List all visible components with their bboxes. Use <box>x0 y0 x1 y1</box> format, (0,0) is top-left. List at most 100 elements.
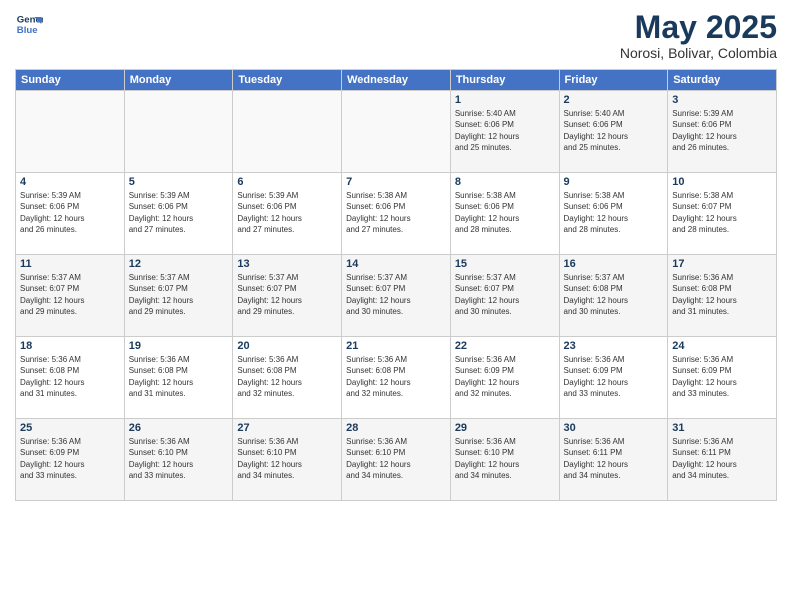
calendar-title: May 2025 <box>620 10 777 45</box>
day-cell-19: 19 Sunrise: 5:36 AM Sunset: 6:08 PM Dayli… <box>124 337 233 419</box>
day-header-saturday: Saturday <box>668 70 777 91</box>
day-details: Sunrise: 5:36 AM Sunset: 6:10 PM Dayligh… <box>129 436 229 481</box>
day-number: 18 <box>20 340 120 352</box>
day-number: 13 <box>237 258 337 270</box>
day-details: Sunrise: 5:38 AM Sunset: 6:07 PM Dayligh… <box>672 190 772 235</box>
day-details: Sunrise: 5:37 AM Sunset: 6:07 PM Dayligh… <box>455 272 555 317</box>
day-number: 27 <box>237 422 337 434</box>
day-details: Sunrise: 5:38 AM Sunset: 6:06 PM Dayligh… <box>346 190 446 235</box>
day-number: 16 <box>564 258 664 270</box>
day-cell-2: 2Sunrise: 5:40 AM Sunset: 6:06 PM Daylig… <box>559 91 668 173</box>
day-cell-31: 31 Sunrise: 5:36 AM Sunset: 6:11 PM Dayli… <box>668 419 777 501</box>
day-details: Sunrise: 5:36 AM Sunset: 6:11 PM Dayligh… <box>672 436 772 481</box>
day-cell-7: 7 Sunrise: 5:38 AM Sunset: 6:06 PM Daylig… <box>342 173 451 255</box>
day-details: Sunrise: 5:36 AM Sunset: 6:08 PM Dayligh… <box>129 354 229 399</box>
empty-cell <box>233 91 342 173</box>
week-row-3: 11 Sunrise: 5:37 AM Sunset: 6:07 PM Dayli… <box>16 255 777 337</box>
day-number: 8 <box>455 176 555 188</box>
day-details: Sunrise: 5:39 AM Sunset: 6:06 PM Dayligh… <box>672 108 772 153</box>
week-row-5: 25Sunrise: 5:36 AM Sunset: 6:09 PM Dayli… <box>16 419 777 501</box>
day-number: 12 <box>129 258 229 270</box>
calendar-subtitle: Norosi, Bolivar, Colombia <box>620 45 777 61</box>
day-details: Sunrise: 5:37 AM Sunset: 6:08 PM Dayligh… <box>564 272 664 317</box>
day-number: 30 <box>564 422 664 434</box>
day-details: Sunrise: 5:39 AM Sunset: 6:06 PM Dayligh… <box>20 190 120 235</box>
day-cell-23: 23 Sunrise: 5:36 AM Sunset: 6:09 PM Dayli… <box>559 337 668 419</box>
day-number: 3 <box>672 94 772 106</box>
day-number: 9 <box>564 176 664 188</box>
week-row-2: 4Sunrise: 5:39 AM Sunset: 6:06 PM Daylig… <box>16 173 777 255</box>
day-details: Sunrise: 5:36 AM Sunset: 6:08 PM Dayligh… <box>20 354 120 399</box>
day-cell-5: 5 Sunrise: 5:39 AM Sunset: 6:06 PM Daylig… <box>124 173 233 255</box>
day-cell-16: 16 Sunrise: 5:37 AM Sunset: 6:08 PM Dayli… <box>559 255 668 337</box>
day-cell-26: 26Sunrise: 5:36 AM Sunset: 6:10 PM Dayli… <box>124 419 233 501</box>
day-header-friday: Friday <box>559 70 668 91</box>
day-cell-9: 9 Sunrise: 5:38 AM Sunset: 6:06 PM Daylig… <box>559 173 668 255</box>
day-details: Sunrise: 5:39 AM Sunset: 6:06 PM Dayligh… <box>129 190 229 235</box>
logo: General Blue <box>15 10 43 38</box>
day-cell-22: 22Sunrise: 5:36 AM Sunset: 6:09 PM Dayli… <box>450 337 559 419</box>
day-details: Sunrise: 5:37 AM Sunset: 6:07 PM Dayligh… <box>237 272 337 317</box>
day-number: 23 <box>564 340 664 352</box>
day-cell-21: 21 Sunrise: 5:36 AM Sunset: 6:08 PM Dayli… <box>342 337 451 419</box>
svg-text:Blue: Blue <box>17 25 38 36</box>
day-details: Sunrise: 5:36 AM Sunset: 6:10 PM Dayligh… <box>237 436 337 481</box>
header: General Blue May 2025 Norosi, Bolivar, C… <box>15 10 777 61</box>
days-header-row: SundayMondayTuesdayWednesdayThursdayFrid… <box>16 70 777 91</box>
day-details: Sunrise: 5:36 AM Sunset: 6:11 PM Dayligh… <box>564 436 664 481</box>
day-cell-20: 20Sunrise: 5:36 AM Sunset: 6:08 PM Dayli… <box>233 337 342 419</box>
day-cell-3: 3 Sunrise: 5:39 AM Sunset: 6:06 PM Daylig… <box>668 91 777 173</box>
day-number: 15 <box>455 258 555 270</box>
day-details: Sunrise: 5:38 AM Sunset: 6:06 PM Dayligh… <box>564 190 664 235</box>
day-details: Sunrise: 5:36 AM Sunset: 6:09 PM Dayligh… <box>672 354 772 399</box>
day-number: 17 <box>672 258 772 270</box>
day-cell-24: 24Sunrise: 5:36 AM Sunset: 6:09 PM Dayli… <box>668 337 777 419</box>
day-number: 6 <box>237 176 337 188</box>
day-number: 7 <box>346 176 446 188</box>
calendar-table: SundayMondayTuesdayWednesdayThursdayFrid… <box>15 69 777 501</box>
day-header-monday: Monday <box>124 70 233 91</box>
day-cell-10: 10 Sunrise: 5:38 AM Sunset: 6:07 PM Dayli… <box>668 173 777 255</box>
day-details: Sunrise: 5:36 AM Sunset: 6:08 PM Dayligh… <box>237 354 337 399</box>
day-header-wednesday: Wednesday <box>342 70 451 91</box>
day-details: Sunrise: 5:36 AM Sunset: 6:08 PM Dayligh… <box>346 354 446 399</box>
day-number: 21 <box>346 340 446 352</box>
day-details: Sunrise: 5:40 AM Sunset: 6:06 PM Dayligh… <box>564 108 664 153</box>
day-number: 31 <box>672 422 772 434</box>
day-cell-18: 18 Sunrise: 5:36 AM Sunset: 6:08 PM Dayli… <box>16 337 125 419</box>
day-cell-27: 27 Sunrise: 5:36 AM Sunset: 6:10 PM Dayli… <box>233 419 342 501</box>
day-number: 5 <box>129 176 229 188</box>
day-details: Sunrise: 5:37 AM Sunset: 6:07 PM Dayligh… <box>129 272 229 317</box>
day-cell-6: 6 Sunrise: 5:39 AM Sunset: 6:06 PM Daylig… <box>233 173 342 255</box>
day-cell-4: 4Sunrise: 5:39 AM Sunset: 6:06 PM Daylig… <box>16 173 125 255</box>
day-header-thursday: Thursday <box>450 70 559 91</box>
day-details: Sunrise: 5:36 AM Sunset: 6:09 PM Dayligh… <box>455 354 555 399</box>
day-details: Sunrise: 5:36 AM Sunset: 6:08 PM Dayligh… <box>672 272 772 317</box>
day-header-sunday: Sunday <box>16 70 125 91</box>
empty-cell <box>16 91 125 173</box>
day-cell-14: 14Sunrise: 5:37 AM Sunset: 6:07 PM Dayli… <box>342 255 451 337</box>
day-cell-15: 15 Sunrise: 5:37 AM Sunset: 6:07 PM Dayli… <box>450 255 559 337</box>
day-number: 25 <box>20 422 120 434</box>
day-number: 1 <box>455 94 555 106</box>
day-details: Sunrise: 5:37 AM Sunset: 6:07 PM Dayligh… <box>346 272 446 317</box>
empty-cell <box>124 91 233 173</box>
week-row-1: 1 Sunrise: 5:40 AM Sunset: 6:06 PM Daylig… <box>16 91 777 173</box>
day-number: 10 <box>672 176 772 188</box>
day-details: Sunrise: 5:36 AM Sunset: 6:09 PM Dayligh… <box>564 354 664 399</box>
day-cell-11: 11 Sunrise: 5:37 AM Sunset: 6:07 PM Dayli… <box>16 255 125 337</box>
day-cell-13: 13 Sunrise: 5:37 AM Sunset: 6:07 PM Dayli… <box>233 255 342 337</box>
day-cell-12: 12 Sunrise: 5:37 AM Sunset: 6:07 PM Dayli… <box>124 255 233 337</box>
day-number: 28 <box>346 422 446 434</box>
day-number: 11 <box>20 258 120 270</box>
day-number: 29 <box>455 422 555 434</box>
day-cell-30: 30 Sunrise: 5:36 AM Sunset: 6:11 PM Dayli… <box>559 419 668 501</box>
day-details: Sunrise: 5:36 AM Sunset: 6:10 PM Dayligh… <box>455 436 555 481</box>
title-block: May 2025 Norosi, Bolivar, Colombia <box>620 10 777 61</box>
day-details: Sunrise: 5:39 AM Sunset: 6:06 PM Dayligh… <box>237 190 337 235</box>
day-details: Sunrise: 5:37 AM Sunset: 6:07 PM Dayligh… <box>20 272 120 317</box>
logo-icon: General Blue <box>15 10 43 38</box>
page: General Blue May 2025 Norosi, Bolivar, C… <box>0 0 792 612</box>
day-details: Sunrise: 5:36 AM Sunset: 6:10 PM Dayligh… <box>346 436 446 481</box>
day-number: 19 <box>129 340 229 352</box>
